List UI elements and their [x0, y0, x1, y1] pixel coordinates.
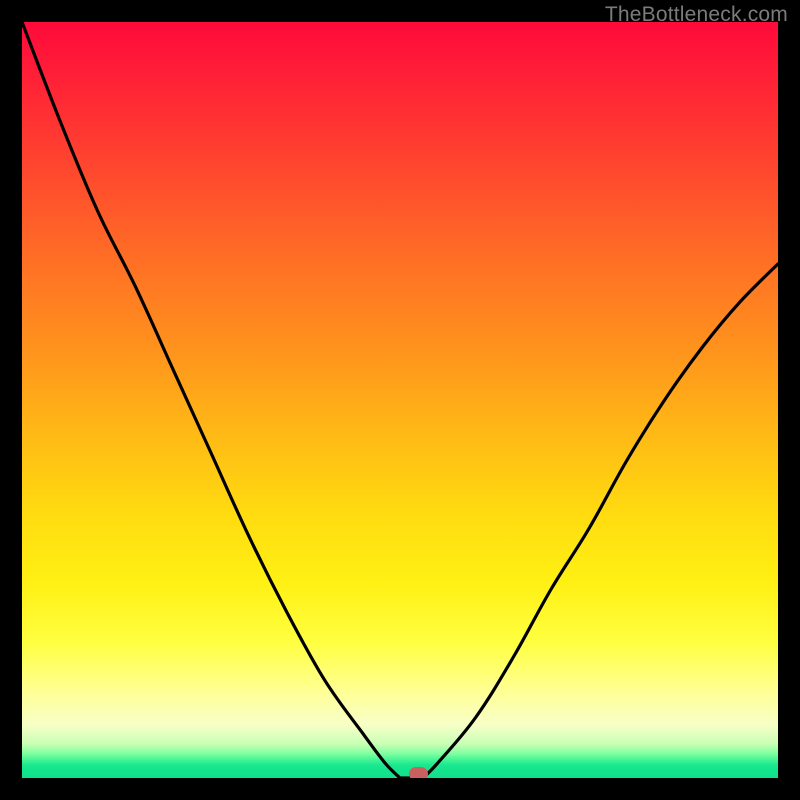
optimal-marker [409, 767, 428, 778]
watermark-text: TheBottleneck.com [605, 3, 788, 27]
bottleneck-curve [22, 22, 778, 778]
plot-area [22, 22, 778, 778]
chart-container: TheBottleneck.com [0, 0, 800, 800]
